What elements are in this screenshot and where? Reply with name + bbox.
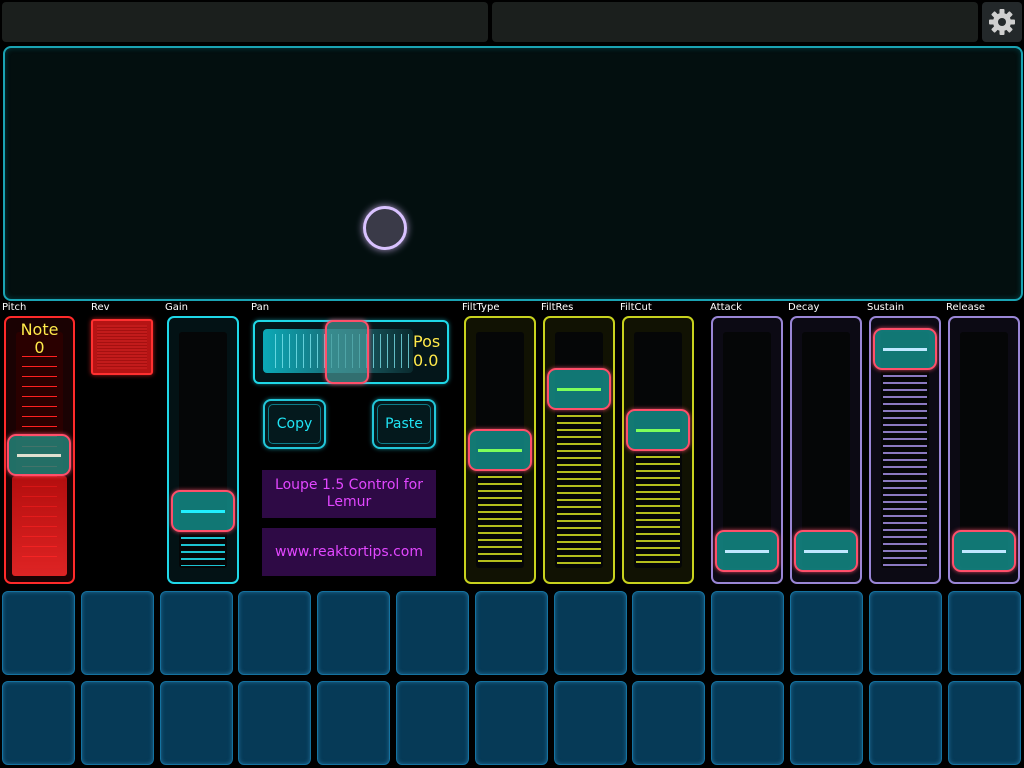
filttype-fader-fill bbox=[478, 469, 522, 566]
top-display-right bbox=[492, 2, 978, 42]
grid-pad[interactable] bbox=[474, 681, 548, 765]
gear-icon bbox=[989, 9, 1015, 35]
grid-pad[interactable] bbox=[474, 591, 548, 675]
grid-pad[interactable] bbox=[868, 681, 942, 765]
attack-fader-handle[interactable] bbox=[715, 530, 779, 572]
grid-pad[interactable] bbox=[2, 681, 75, 765]
pitch-note-value: 0 bbox=[34, 338, 45, 357]
pad-grid bbox=[2, 591, 1022, 766]
grid-pad[interactable] bbox=[396, 591, 469, 675]
gain-fader-handle[interactable] bbox=[171, 489, 235, 532]
label-pan: Pan bbox=[251, 302, 270, 313]
pitch-fader-handle[interactable] bbox=[7, 434, 71, 476]
pan-slider-handle[interactable] bbox=[325, 320, 369, 384]
label-pitch: Pitch bbox=[2, 302, 27, 313]
grid-pad[interactable] bbox=[2, 591, 75, 675]
label-filtcut: FiltCut bbox=[620, 302, 652, 313]
grid-pad[interactable] bbox=[711, 591, 785, 675]
label-decay: Decay bbox=[788, 302, 820, 313]
grid-pad[interactable] bbox=[553, 591, 627, 675]
label-attack: Attack bbox=[710, 302, 742, 313]
pan-pos-value: 0.0 bbox=[413, 351, 439, 370]
attack-fader[interactable] bbox=[711, 316, 783, 584]
release-fader[interactable] bbox=[948, 316, 1020, 584]
release-fader-handle[interactable] bbox=[952, 530, 1016, 572]
grid-pad[interactable] bbox=[396, 681, 469, 765]
grid-pad[interactable] bbox=[317, 681, 391, 765]
grid-pad[interactable] bbox=[80, 681, 154, 765]
grid-pad[interactable] bbox=[159, 681, 233, 765]
grid-pad[interactable] bbox=[790, 591, 863, 675]
label-sustain: Sustain bbox=[867, 302, 905, 313]
pitch-note-title: Note bbox=[20, 320, 59, 339]
pan-pos-title: Pos bbox=[413, 332, 441, 351]
filtcut-fader-handle[interactable] bbox=[626, 408, 690, 451]
grid-pad[interactable] bbox=[632, 681, 706, 765]
grid-pad[interactable] bbox=[632, 591, 706, 675]
gain-fader-fill bbox=[181, 529, 225, 566]
decay-fader[interactable] bbox=[790, 316, 862, 584]
copy-button-label: Copy bbox=[276, 416, 313, 432]
copy-button[interactable]: Copy bbox=[263, 399, 326, 449]
label-rev: Rev bbox=[91, 302, 110, 313]
grid-pad[interactable] bbox=[868, 591, 942, 675]
info-title: Loupe 1.5 Control for Lemur bbox=[275, 477, 423, 510]
filttype-fader[interactable] bbox=[464, 316, 536, 584]
label-filtres: FiltRes bbox=[541, 302, 574, 313]
label-gain: Gain bbox=[165, 302, 188, 313]
rev-button-face bbox=[97, 325, 147, 369]
grid-pad[interactable] bbox=[238, 681, 312, 765]
xy-pad[interactable] bbox=[3, 46, 1023, 301]
grid-pad[interactable] bbox=[159, 591, 233, 675]
label-filttype: FiltType bbox=[462, 302, 500, 313]
filtres-fader-fill bbox=[557, 408, 601, 566]
info-title-panel: Loupe 1.5 Control for Lemur bbox=[262, 470, 436, 518]
paste-button[interactable]: Paste bbox=[372, 399, 436, 449]
filttype-fader-handle[interactable] bbox=[468, 429, 532, 471]
grid-pad[interactable] bbox=[947, 591, 1021, 675]
sustain-fader-handle[interactable] bbox=[873, 328, 937, 370]
gain-fader[interactable] bbox=[167, 316, 239, 584]
grid-pad[interactable] bbox=[947, 681, 1021, 765]
grid-pad[interactable] bbox=[317, 591, 391, 675]
settings-button[interactable] bbox=[982, 2, 1022, 42]
grid-pad[interactable] bbox=[553, 681, 627, 765]
rev-button[interactable] bbox=[91, 319, 153, 375]
filtres-fader-handle[interactable] bbox=[547, 368, 611, 411]
grid-pad[interactable] bbox=[238, 591, 312, 675]
xy-pad-ball[interactable] bbox=[363, 206, 407, 250]
filtcut-fader[interactable] bbox=[622, 316, 694, 584]
sustain-fader-fill bbox=[883, 368, 927, 566]
paste-button-label: Paste bbox=[385, 416, 423, 432]
sustain-fader[interactable] bbox=[869, 316, 941, 584]
grid-pad[interactable] bbox=[80, 591, 154, 675]
decay-fader-handle[interactable] bbox=[794, 530, 858, 572]
filtcut-fader-fill bbox=[636, 448, 680, 566]
pan-slider[interactable]: Pos 0.0 bbox=[253, 320, 449, 384]
filtres-fader[interactable] bbox=[543, 316, 615, 584]
info-url-panel[interactable]: www.reaktortips.com bbox=[262, 528, 436, 576]
label-release: Release bbox=[946, 302, 986, 313]
pitch-fader[interactable]: Note 0 bbox=[4, 316, 75, 584]
top-display-left bbox=[2, 2, 488, 42]
grid-pad[interactable] bbox=[711, 681, 785, 765]
pitch-fader-fill bbox=[12, 476, 67, 576]
grid-pad[interactable] bbox=[790, 681, 863, 765]
info-url: www.reaktortips.com bbox=[275, 543, 423, 560]
